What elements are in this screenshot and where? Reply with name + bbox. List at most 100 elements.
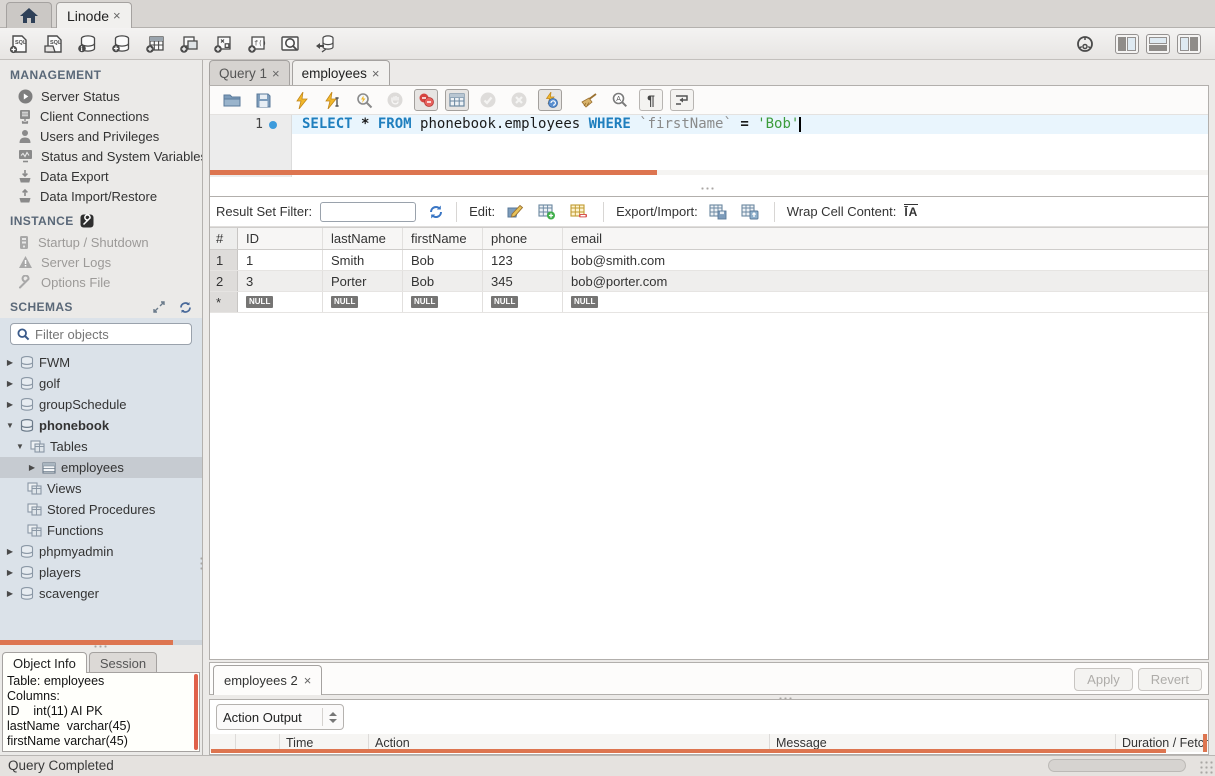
sidebar-item-server-status[interactable]: Server Status bbox=[0, 86, 202, 106]
tree-item-functions-folder[interactable]: Functions bbox=[0, 520, 202, 541]
explain-query-icon[interactable] bbox=[352, 89, 376, 111]
beautify-sql-icon[interactable] bbox=[577, 89, 601, 111]
table-row[interactable]: 1 1 Smith Bob 123 bob@smith.com bbox=[210, 250, 1208, 271]
rollback-icon[interactable] bbox=[507, 89, 531, 111]
find-icon[interactable]: A bbox=[608, 89, 632, 111]
toggle-autocommit-icon[interactable] bbox=[538, 89, 562, 111]
apply-button[interactable]: Apply bbox=[1074, 668, 1133, 691]
execute-statement-icon[interactable] bbox=[321, 89, 345, 111]
chevron-right-icon[interactable]: ▶ bbox=[5, 358, 15, 367]
tree-item-schema-phonebook[interactable]: ▼ phonebook bbox=[0, 415, 202, 436]
object-info-vscrollbar[interactable] bbox=[194, 674, 198, 750]
sql-text[interactable]: SELECT * FROM phonebook.employees WHERE … bbox=[292, 115, 1208, 177]
chevron-down-icon[interactable]: ▼ bbox=[15, 442, 25, 451]
chevron-right-icon[interactable]: ▶ bbox=[27, 463, 37, 472]
toggle-bottom-panel-icon[interactable] bbox=[1146, 34, 1170, 54]
editor-hscrollbar[interactable] bbox=[210, 170, 1208, 175]
execute-query-icon[interactable] bbox=[290, 89, 314, 111]
sidebar-item-data-export[interactable]: Data Export bbox=[0, 166, 202, 186]
create-view-icon[interactable] bbox=[178, 33, 200, 55]
edit-data-grid-icon[interactable] bbox=[445, 89, 469, 111]
tree-item-schema[interactable]: ▶ phpmyadmin bbox=[0, 541, 202, 562]
sidebar-item-system-variables[interactable]: Status and System Variables bbox=[0, 146, 202, 166]
splitter-grip[interactable] bbox=[93, 644, 109, 650]
toggle-left-sidebar-icon[interactable] bbox=[1115, 34, 1139, 54]
close-icon[interactable]: × bbox=[372, 66, 380, 81]
tree-item-stored-procedures-folder[interactable]: Stored Procedures bbox=[0, 499, 202, 520]
tree-item-views-folder[interactable]: Views bbox=[0, 478, 202, 499]
cell-email[interactable]: bob@smith.com bbox=[563, 250, 1208, 270]
tree-item-schema[interactable]: ▶ scavenger bbox=[0, 583, 202, 604]
search-data-icon[interactable] bbox=[280, 33, 302, 55]
output-selector[interactable]: Action Output bbox=[216, 704, 344, 730]
cell-phone[interactable]: 123 bbox=[483, 250, 563, 270]
chevron-right-icon[interactable]: ▶ bbox=[5, 547, 15, 556]
import-recordset-icon[interactable] bbox=[738, 201, 762, 223]
cell-null[interactable]: NULL bbox=[323, 292, 403, 312]
create-schema-icon[interactable] bbox=[110, 33, 132, 55]
column-header-rownum[interactable]: # bbox=[210, 228, 238, 249]
insert-row-icon[interactable] bbox=[535, 201, 559, 223]
tree-item-tables-folder[interactable]: ▼ Tables bbox=[0, 436, 202, 457]
column-header-email[interactable]: email bbox=[563, 228, 1208, 249]
create-procedure-icon[interactable] bbox=[212, 33, 234, 55]
sql-code-area[interactable]: 1 SELECT * FROM phonebook.employees WHER… bbox=[210, 115, 1208, 177]
open-sql-script-icon[interactable]: SQL bbox=[42, 33, 64, 55]
cell-null[interactable]: NULL bbox=[483, 292, 563, 312]
expand-panel-icon[interactable] bbox=[153, 301, 165, 313]
refresh-schemas-icon[interactable] bbox=[179, 301, 192, 314]
cell-email[interactable]: bob@porter.com bbox=[563, 271, 1208, 291]
refresh-results-icon[interactable] bbox=[428, 204, 444, 220]
cell-id[interactable]: 3 bbox=[238, 271, 323, 291]
cell-firstname[interactable]: Bob bbox=[403, 271, 483, 291]
cell-null[interactable]: NULL bbox=[403, 292, 483, 312]
toggle-limit-icon[interactable] bbox=[414, 89, 438, 111]
wrap-cell-content-icon[interactable]: ĪA bbox=[904, 204, 918, 219]
schema-inspector-icon[interactable]: i bbox=[76, 33, 98, 55]
tree-item-schema[interactable]: ▶ groupSchedule bbox=[0, 394, 202, 415]
sql-line-1[interactable]: SELECT * FROM phonebook.employees WHERE … bbox=[292, 115, 1208, 134]
create-function-icon[interactable]: f() bbox=[246, 33, 268, 55]
stop-query-icon[interactable] bbox=[383, 89, 407, 111]
toggle-right-sidebar-icon[interactable] bbox=[1177, 34, 1201, 54]
cell-null[interactable]: NULL bbox=[563, 292, 1208, 312]
window-resize-grip[interactable] bbox=[1199, 760, 1213, 774]
close-icon[interactable]: × bbox=[304, 673, 312, 688]
cell-firstname[interactable]: Bob bbox=[403, 250, 483, 270]
chevron-right-icon[interactable]: ▶ bbox=[5, 379, 15, 388]
close-icon[interactable]: × bbox=[272, 66, 280, 81]
log-hscrollbar[interactable] bbox=[211, 749, 1166, 753]
sidebar-item-data-import[interactable]: Data Import/Restore bbox=[0, 186, 202, 206]
cell-null[interactable]: NULL bbox=[238, 292, 323, 312]
column-header-firstname[interactable]: firstName bbox=[403, 228, 483, 249]
tree-item-schema[interactable]: ▶ FWM bbox=[0, 352, 202, 373]
tree-item-table-employees[interactable]: ▶ employees bbox=[0, 457, 202, 478]
editor-hscrollbar-thumb[interactable] bbox=[210, 170, 657, 175]
export-recordset-icon[interactable] bbox=[706, 201, 730, 223]
wrap-text-icon[interactable] bbox=[670, 89, 694, 111]
home-tab[interactable] bbox=[6, 2, 52, 28]
cell-lastname[interactable]: Smith bbox=[323, 250, 403, 270]
chevron-right-icon[interactable]: ▶ bbox=[5, 589, 15, 598]
edit-cell-icon[interactable] bbox=[503, 201, 527, 223]
editor-splitter-grip[interactable] bbox=[700, 186, 716, 192]
sidebar-item-server-logs[interactable]: Server Logs bbox=[0, 252, 202, 272]
delete-row-icon[interactable] bbox=[567, 201, 591, 223]
table-row[interactable]: 2 3 Porter Bob 345 bob@porter.com bbox=[210, 271, 1208, 292]
tab-session[interactable]: Session bbox=[89, 652, 157, 673]
sidebar-item-client-connections[interactable]: Client Connections bbox=[0, 106, 202, 126]
column-header-id[interactable]: ID bbox=[238, 228, 323, 249]
schema-filter[interactable] bbox=[10, 323, 192, 345]
table-new-row[interactable]: * NULL NULL NULL NULL NULL bbox=[210, 292, 1208, 313]
schema-filter-input[interactable] bbox=[35, 327, 211, 342]
reconnect-dbms-icon[interactable] bbox=[314, 33, 336, 55]
cell-lastname[interactable]: Porter bbox=[323, 271, 403, 291]
commit-icon[interactable] bbox=[476, 89, 500, 111]
close-icon[interactable]: × bbox=[113, 8, 121, 23]
sidebar-item-startup-shutdown[interactable]: Startup / Shutdown bbox=[0, 232, 202, 252]
chevron-down-icon[interactable]: ▼ bbox=[5, 421, 15, 430]
schemas-hscrollbar-thumb[interactable] bbox=[0, 640, 173, 645]
new-sql-tab-icon[interactable]: SQL bbox=[8, 33, 30, 55]
create-table-icon[interactable] bbox=[144, 33, 166, 55]
tab-employees-2[interactable]: employees 2 × bbox=[213, 665, 322, 695]
